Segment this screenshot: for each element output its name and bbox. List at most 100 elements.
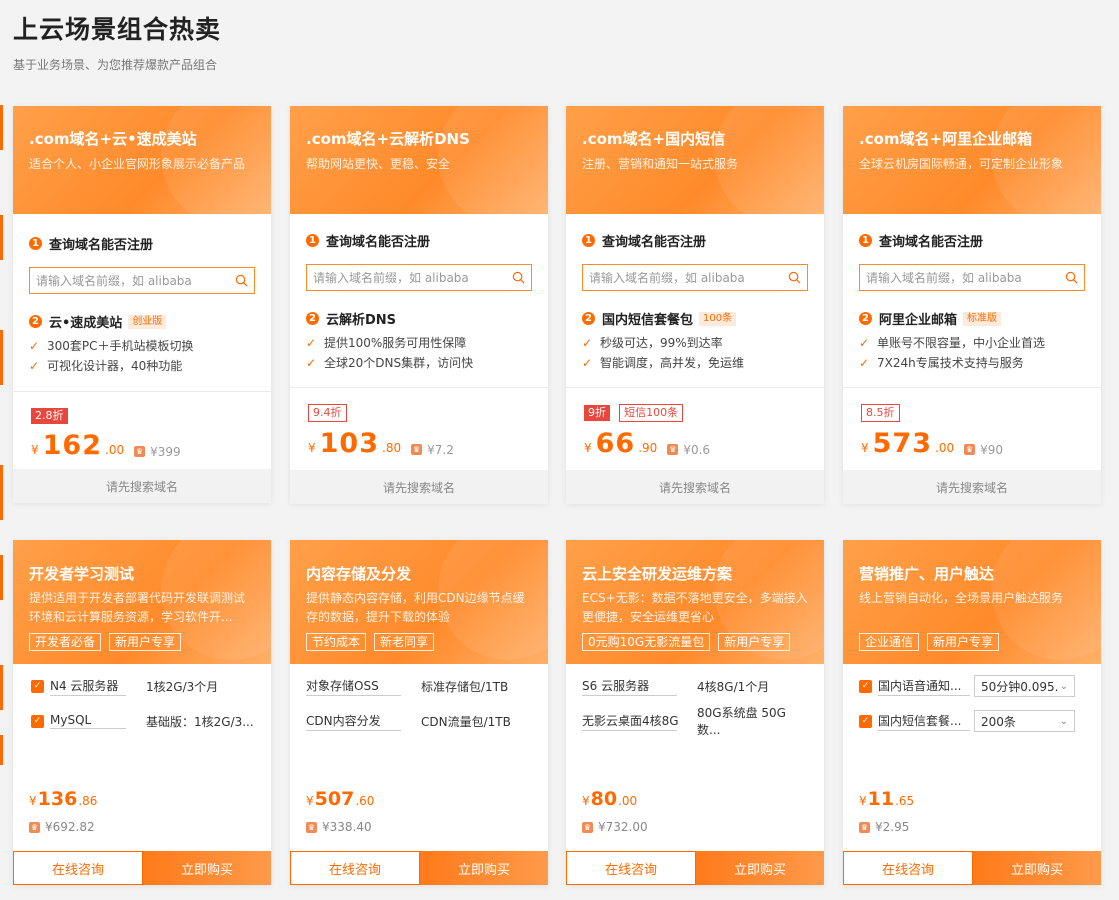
- price-integer: 11: [867, 788, 895, 810]
- search-domain-first-button[interactable]: 请先搜索域名: [290, 470, 548, 504]
- step-number-icon: 2: [859, 312, 872, 325]
- step-2: 2 云解析DNS ✓ 提供100%服务可用性保障 ✓ 全球20个DNS集群，访问快: [290, 291, 548, 373]
- product-checkbox[interactable]: ✓: [31, 714, 44, 728]
- price: ¥136.86: [29, 788, 98, 810]
- edition-badge: 100条: [699, 311, 737, 326]
- step-label: 查询域名能否注册: [879, 235, 984, 250]
- card-title: 营销推广、用户触达: [859, 565, 995, 583]
- card-header: .com域名+国内短信 注册、营销和通知一站式服务: [566, 106, 824, 214]
- price-tag-icon: ♛: [134, 446, 146, 457]
- buy-now-button[interactable]: 立即购买: [696, 851, 824, 885]
- product-name: 云解析DNS: [326, 313, 397, 328]
- original-price: ♛ ¥692.82: [29, 820, 95, 834]
- product-name: 阿里企业邮箱: [879, 313, 958, 328]
- card-header: 开发者学习测试 提供适用于开发者部署代码开发联调测试环境和云计算服务资源，学习软…: [13, 540, 271, 664]
- card-description: 注册、营销和通知一站式服务: [582, 157, 739, 171]
- card-tag: 新老同享: [374, 633, 435, 651]
- price-tag-icon: ♛: [859, 821, 870, 833]
- card-title: 开发者学习测试: [29, 565, 135, 583]
- online-consult-button[interactable]: 在线咨询: [290, 851, 420, 885]
- price-area: ¥136.86 ♛ ¥692.82: [29, 788, 97, 834]
- step-1: 1 查询域名能否注册: [13, 214, 271, 253]
- search-icon[interactable]: [1065, 271, 1078, 284]
- domain-search-input[interactable]: 请输入域名前缀，如 alibaba: [859, 264, 1085, 291]
- original-price: ♛ ¥338.40: [306, 820, 372, 834]
- price: ¥66.90 ♛ ¥0.6: [584, 428, 711, 459]
- check-icon: ✓: [306, 356, 317, 370]
- price-tag-icon: ♛: [306, 821, 317, 833]
- online-consult-button[interactable]: 在线咨询: [13, 851, 143, 885]
- card-tag: 新用户专享: [718, 633, 791, 651]
- buy-now-button[interactable]: 立即购买: [143, 851, 271, 885]
- card-header: .com域名+云•速成美站 适合个人、小企业官网形象展示必备产品: [13, 106, 271, 214]
- sms-bundle-card: .com域名+国内短信 注册、营销和通知一站式服务 1 查询域名能否注册 请输入域…: [566, 106, 824, 504]
- product-name: 国内短信套餐...: [878, 712, 970, 731]
- product-checkbox[interactable]: ✓: [859, 714, 872, 728]
- domain-search-input[interactable]: 请输入域名前缀，如 alibaba: [306, 264, 532, 291]
- price-decimal: .00: [105, 443, 125, 457]
- search-domain-first-button[interactable]: 请先搜索域名: [13, 469, 271, 503]
- search-icon[interactable]: [788, 271, 801, 284]
- package-select[interactable]: 200条 ⌄: [974, 710, 1075, 732]
- product-row: 无影云桌面4核8G 80G系统盘 50G数...: [582, 706, 808, 737]
- page-title: 上云场景组合热卖: [13, 15, 222, 44]
- package-select[interactable]: 50分钟0.095... ⌄: [974, 675, 1075, 697]
- original-price: ♛ ¥732.00: [582, 820, 648, 834]
- developer-test-card: 开发者学习测试 提供适用于开发者部署代码开发联调测试环境和云计算服务资源，学习软…: [13, 540, 271, 885]
- original-price: ♛ ¥2.95: [859, 820, 910, 834]
- product-spec: 基础版：1核2G/3...: [146, 714, 254, 729]
- search-placeholder: 请输入域名前缀，如 alibaba: [866, 271, 1022, 285]
- feature-item: ✓ 秒级可达，99%到达率: [582, 333, 808, 353]
- online-consult-button[interactable]: 在线咨询: [566, 851, 696, 885]
- feature-item: ✓ 单账号不限容量，中小企业首选: [859, 333, 1085, 353]
- product-name: 国内短信套餐包: [602, 313, 694, 328]
- price-area: 9.4折 ¥103.80 ♛ ¥7.2: [290, 388, 548, 459]
- search-icon[interactable]: [235, 274, 248, 287]
- card-description: 帮助网站更快、更稳、安全: [306, 157, 451, 171]
- card-description: 提供适用于开发者部署代码开发联调测试环境和云计算服务资源，学习软件开...: [29, 591, 246, 624]
- card-title: 内容存储及分发: [306, 565, 412, 583]
- price-area: 9折 短信100条 ¥66.90 ♛ ¥0.6: [566, 388, 824, 459]
- dns-bundle-card: .com域名+云解析DNS 帮助网站更快、更稳、安全 1 查询域名能否注册 请输入…: [290, 106, 548, 504]
- chevron-down-icon: ⌄: [1059, 680, 1068, 692]
- feature-item: ✓ 7X24h专属技术支持与服务: [859, 353, 1085, 373]
- side-accent-mark: [0, 330, 3, 385]
- product-name: 无影云桌面4核8G: [582, 712, 679, 731]
- discount-badge: 2.8折: [31, 408, 68, 424]
- price-tag-icon: ♛: [411, 444, 423, 455]
- online-consult-button[interactable]: 在线咨询: [843, 851, 973, 885]
- search-icon[interactable]: [512, 271, 525, 284]
- sms-quota-tag: 短信100条: [619, 404, 684, 422]
- buy-now-button[interactable]: 立即购买: [973, 851, 1101, 885]
- price-integer: 507: [314, 788, 355, 810]
- domain-bundle-card: .com域名+云•速成美站 适合个人、小企业官网形象展示必备产品 1 查询域名能否…: [13, 106, 271, 503]
- search-domain-first-button[interactable]: 请先搜索域名: [843, 470, 1101, 504]
- card-description: 提供静态内容存储，利用CDN边缘节点缓存的数据，提升下载的体验: [306, 591, 525, 624]
- original-price: ♛ ¥399: [134, 444, 181, 459]
- search-domain-first-button[interactable]: 请先搜索域名: [566, 470, 824, 504]
- product-spec: CDN流量包/1TB: [421, 714, 511, 729]
- mail-bundle-card: .com域名+阿里企业邮箱 全球云机房国际畅通，可定制企业形象 1 查询域名能否注…: [843, 106, 1101, 504]
- price: ¥573.00 ♛ ¥90: [861, 428, 1004, 459]
- side-accent-mark: [0, 555, 3, 600]
- feature-item: ✓ 全球20个DNS集群，访问快: [306, 353, 532, 373]
- product-name: CDN内容分发: [306, 712, 401, 731]
- product-name: S6 云服务器: [582, 677, 677, 696]
- price-tag-icon: ♛: [29, 821, 40, 833]
- product-checkbox[interactable]: ✓: [859, 679, 872, 693]
- price-decimal: .00: [935, 441, 955, 455]
- price-integer: 103: [319, 428, 380, 459]
- product-row: ✓ 国内语音通知... 50分钟0.095... ⌄: [859, 674, 1087, 698]
- price: ¥103.80 ♛ ¥7.2: [308, 428, 454, 459]
- card-header: 内容存储及分发 提供静态内容存储，利用CDN边缘节点缓存的数据，提升下载的体验 …: [290, 540, 548, 664]
- product-row: ✓ N4 云服务器 1核2G/3个月: [31, 674, 255, 698]
- card-tag: 节约成本: [306, 633, 367, 651]
- card-title: .com域名+国内短信: [582, 130, 726, 148]
- buy-now-button[interactable]: 立即购买: [420, 851, 548, 885]
- domain-search-input[interactable]: 请输入域名前缀，如 alibaba: [582, 264, 808, 291]
- domain-search-input[interactable]: 请输入域名前缀，如 alibaba: [29, 267, 255, 294]
- step-2: 2 阿里企业邮箱 标准版 ✓ 单账号不限容量，中小企业首选 ✓ 7X24h专属技术支持与…: [843, 291, 1101, 373]
- price: ¥80.00: [582, 788, 638, 810]
- chevron-down-icon: ⌄: [1059, 715, 1068, 727]
- product-checkbox[interactable]: ✓: [31, 679, 44, 693]
